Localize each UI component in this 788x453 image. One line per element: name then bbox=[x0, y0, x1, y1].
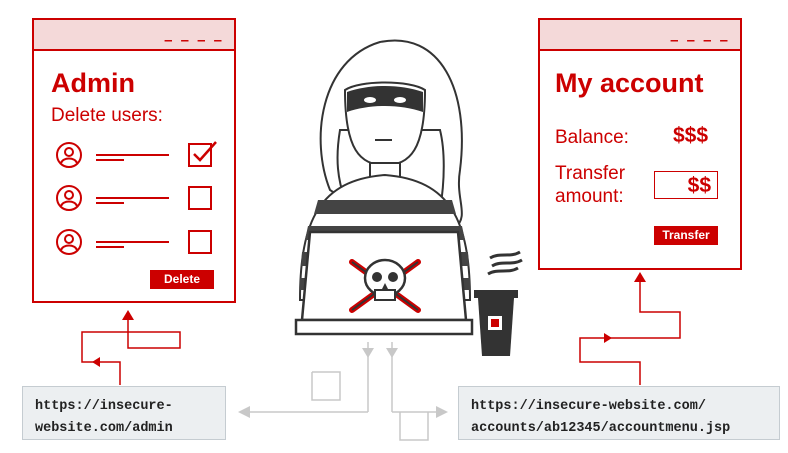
window-dashes: – – – – bbox=[670, 32, 730, 49]
coffee-cup-icon bbox=[474, 250, 523, 356]
delete-button[interactable]: Delete bbox=[150, 270, 214, 289]
user-icon bbox=[56, 142, 82, 168]
admin-panel: – – – – Admin Delete users: Delete bbox=[32, 18, 236, 303]
checkbox[interactable] bbox=[188, 186, 212, 210]
admin-title: Admin bbox=[51, 68, 135, 98]
user-row-2[interactable] bbox=[56, 185, 212, 211]
transfer-amount-value: $$ bbox=[687, 174, 711, 197]
balance-value: $$$ bbox=[673, 124, 709, 147]
account-title: My account bbox=[555, 68, 704, 98]
user-icon bbox=[56, 185, 82, 211]
account-panel: – – – – My account Balance: $$$ Transfer… bbox=[538, 18, 742, 270]
account-url-line1: https://insecure-website.com/ bbox=[471, 399, 706, 414]
account-url-line2: accounts/ab12345/accountmenu.jsp bbox=[471, 421, 731, 436]
admin-url-box[interactable]: https://insecure- website.com/admin bbox=[22, 386, 226, 440]
transfer-button[interactable]: Transfer bbox=[654, 226, 718, 245]
window-dashes: – – – – bbox=[164, 32, 224, 49]
user-row-3[interactable] bbox=[56, 229, 212, 255]
transfer-label-line2: amount: bbox=[555, 186, 624, 207]
checkbox[interactable] bbox=[188, 230, 212, 254]
admin-url-line1: https://insecure- bbox=[35, 399, 173, 414]
transfer-amount-input[interactable]: $$ bbox=[654, 171, 718, 199]
delete-users-label: Delete users: bbox=[51, 105, 163, 126]
admin-url-line2: website.com/admin bbox=[35, 421, 173, 436]
transfer-label-line1: Transfer bbox=[555, 163, 626, 184]
hacker-figure bbox=[294, 39, 523, 356]
gray-connectors bbox=[238, 342, 448, 441]
checkbox[interactable] bbox=[188, 143, 212, 167]
account-url-box[interactable]: https://insecure-website.com/ accounts/a… bbox=[458, 386, 780, 440]
account-panel-titlebar: – – – – bbox=[540, 20, 740, 51]
user-icon bbox=[56, 229, 82, 255]
balance-label: Balance: bbox=[555, 127, 629, 148]
user-row-1[interactable] bbox=[56, 141, 217, 168]
admin-panel-titlebar: – – – – bbox=[34, 20, 234, 51]
user-rows bbox=[56, 141, 217, 255]
